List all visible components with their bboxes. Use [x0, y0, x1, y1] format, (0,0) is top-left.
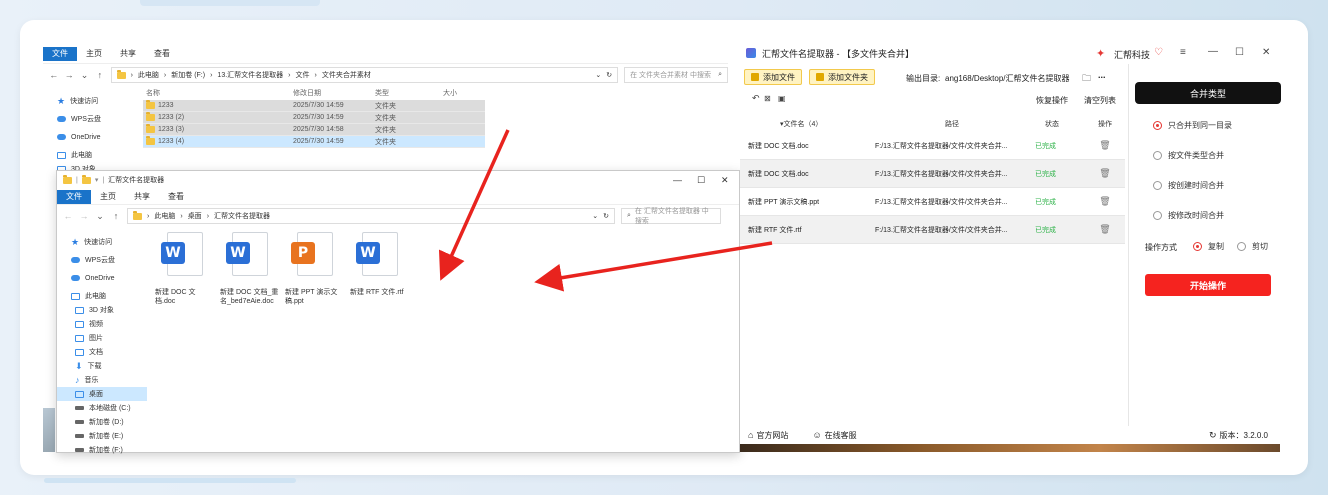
annotation-arrows — [438, 129, 773, 292]
red-arrow-down — [438, 129, 510, 281]
red-arrow-left — [534, 241, 773, 292]
